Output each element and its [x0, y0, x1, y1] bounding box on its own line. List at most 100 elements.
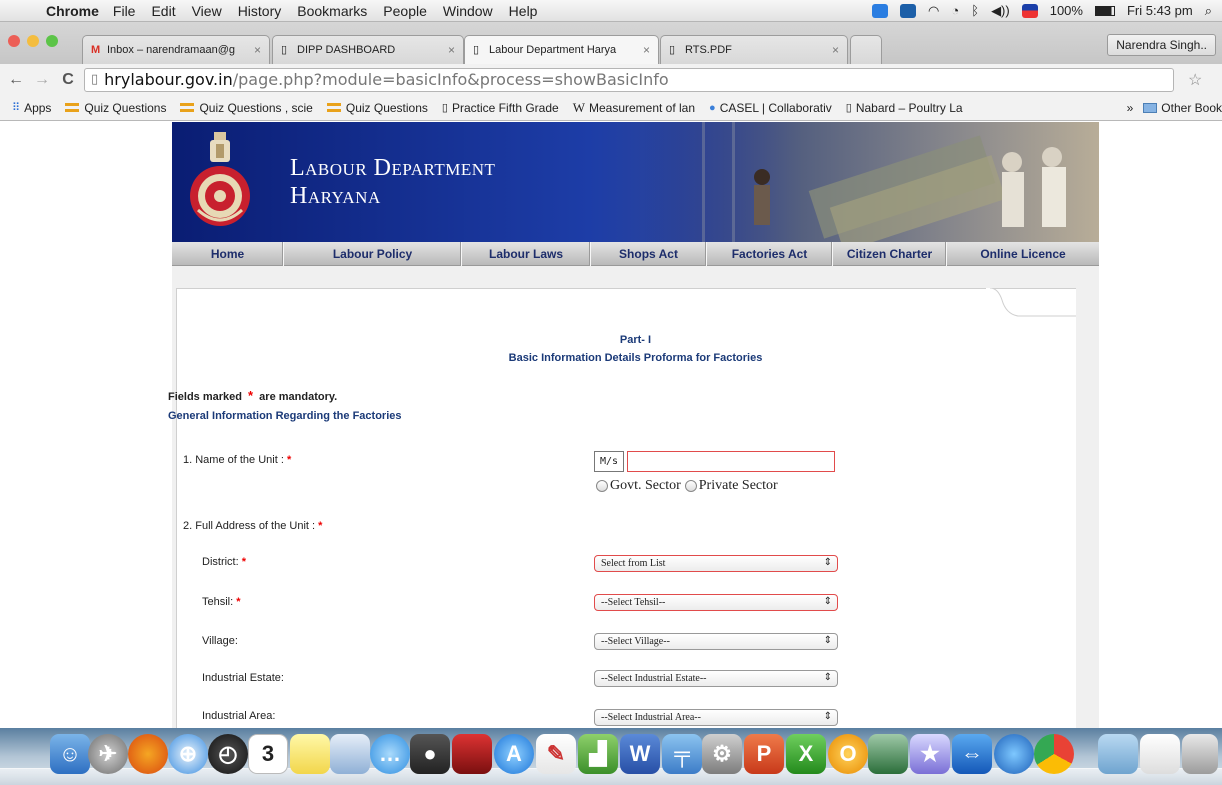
menu-file[interactable]: File	[113, 3, 136, 19]
bookmark-quiz-questions-3[interactable]: Quiz Questions	[326, 101, 428, 115]
nav-home[interactable]: Home	[172, 242, 284, 266]
flag-input-icon[interactable]	[1021, 3, 1038, 18]
nav-labour-laws[interactable]: Labour Laws	[462, 242, 591, 266]
tab-title: Inbox – narendramaan@g	[107, 44, 235, 56]
app-store-icon[interactable]: A	[494, 734, 534, 774]
google-earth-icon[interactable]	[994, 734, 1034, 774]
numbers-icon[interactable]: ▟	[578, 734, 618, 774]
private-sector-radio[interactable]	[684, 480, 697, 492]
powerpoint-icon[interactable]: P	[744, 734, 784, 774]
minimize-window-icon[interactable]	[27, 35, 39, 47]
dropbox-tray-icon[interactable]	[900, 3, 917, 18]
page-icon: ▯	[281, 44, 288, 56]
village-select[interactable]: --Select Village-- ⇕	[594, 633, 838, 650]
bookmark-measurement[interactable]: W Measurement of lan	[573, 100, 695, 116]
menu-window[interactable]: Window	[443, 3, 493, 19]
firefox-icon[interactable]	[128, 734, 168, 774]
facetime-icon[interactable]: ●	[410, 734, 450, 774]
stickies-icon[interactable]	[290, 734, 330, 774]
volume-icon[interactable]: ◀))	[991, 3, 1010, 19]
launchpad-icon[interactable]: ✈	[88, 734, 128, 774]
skype-tray-icon[interactable]	[872, 3, 889, 18]
close-tab-icon[interactable]: ×	[248, 43, 261, 57]
tab-inbox[interactable]: M Inbox – narendramaan@g ×	[82, 35, 270, 64]
word-icon[interactable]: W	[620, 734, 660, 774]
menu-help[interactable]: Help	[509, 3, 538, 19]
preview-icon[interactable]	[330, 734, 370, 774]
trash-icon[interactable]	[1182, 734, 1218, 774]
tab-rts-pdf[interactable]: ▯ RTS.PDF ×	[660, 35, 848, 64]
menu-history[interactable]: History	[238, 3, 282, 19]
wifi-icon[interactable]: ◠	[928, 3, 939, 19]
forward-icon[interactable]: →	[32, 71, 52, 89]
district-select[interactable]: Select from List ⇕	[594, 555, 838, 572]
menu-edit[interactable]: Edit	[151, 3, 175, 19]
reload-icon[interactable]: C	[58, 71, 78, 89]
menu-view[interactable]: View	[192, 3, 222, 19]
close-window-icon[interactable]	[8, 35, 20, 47]
section-title: General Information Regarding the Factor…	[168, 410, 402, 422]
site-title: Labour Department Haryana	[290, 154, 495, 210]
excel-icon[interactable]: X	[786, 734, 826, 774]
site-title-line2: Haryana	[290, 183, 381, 209]
clock[interactable]: Fri 5:43 pm	[1127, 3, 1193, 18]
spotlight-search-icon[interactable]: ⌕	[1205, 3, 1212, 19]
nav-labour-policy[interactable]: Labour Policy	[284, 242, 462, 266]
finder-icon[interactable]: ☺	[50, 734, 90, 774]
imovie-star-icon[interactable]: ★	[910, 734, 950, 774]
unit-name-input[interactable]	[627, 451, 835, 472]
bluetooth-icon[interactable]: ᛒ	[971, 3, 979, 18]
back-icon[interactable]: ←	[6, 71, 26, 89]
bookmark-star-icon[interactable]: ☆	[1188, 70, 1202, 90]
bookmark-casel[interactable]: ● CASEL | Collaborativ	[709, 101, 832, 115]
time-machine-icon[interactable]: ◔	[951, 3, 959, 18]
image-capture-icon[interactable]	[868, 734, 908, 774]
close-tab-icon[interactable]: ×	[442, 43, 455, 57]
teamviewer-icon[interactable]: ⇔	[952, 734, 992, 774]
nav-online-licence[interactable]: Online Licence	[947, 242, 1099, 266]
site-banner: Labour Department Haryana	[172, 122, 1099, 242]
photo-booth-icon[interactable]	[452, 734, 492, 774]
safari-icon[interactable]: ⊕	[168, 734, 208, 774]
field-label: Tehsil:	[202, 596, 234, 608]
tehsil-select[interactable]: --Select Tehsil-- ⇕	[594, 594, 838, 611]
app-menu-chrome[interactable]: Chrome	[46, 3, 99, 19]
menu-people[interactable]: People	[383, 3, 427, 19]
tab-dipp-dashboard[interactable]: ▯ DIPP DASHBOARD ×	[272, 35, 464, 64]
calendar-icon[interactable]: 3	[248, 734, 288, 774]
address-bar[interactable]: ▯ hrylabour.gov.in/page.php?module=basic…	[84, 67, 1174, 92]
battery-icon[interactable]	[1094, 5, 1115, 16]
bookmark-quiz-questions-1[interactable]: Quiz Questions	[65, 101, 166, 115]
tab-labour-department[interactable]: ▯ Labour Department Harya ×	[464, 35, 659, 64]
industrial-estate-select[interactable]: --Select Industrial Estate-- ⇕	[594, 670, 838, 687]
bookmark-nabard[interactable]: ▯ Nabard – Poultry La	[846, 101, 963, 115]
bookmark-quiz-questions-2[interactable]: Quiz Questions , scie	[180, 101, 313, 115]
menu-bookmarks[interactable]: Bookmarks	[297, 3, 367, 19]
textedit-icon[interactable]: ✎	[536, 734, 576, 774]
battery-percent[interactable]: 100%	[1050, 3, 1083, 18]
new-tab-button[interactable]	[850, 35, 882, 64]
nav-shops-act[interactable]: Shops Act	[591, 242, 707, 266]
chrome-icon[interactable]	[1034, 734, 1074, 774]
bookmark-practice-fifth-grade[interactable]: ▯ Practice Fifth Grade	[442, 101, 559, 115]
profile-button[interactable]: Narendra Singh..	[1107, 34, 1216, 56]
nav-citizen-charter[interactable]: Citizen Charter	[833, 242, 947, 266]
site-title-line1: Labour Department	[290, 155, 496, 181]
folder-icon	[1143, 103, 1158, 113]
close-tab-icon[interactable]: ×	[637, 43, 650, 57]
govt-sector-radio[interactable]	[596, 480, 608, 492]
chevron-more-icon[interactable]: »	[1127, 101, 1134, 115]
bookmark-apps[interactable]: ⠿ Apps	[12, 101, 51, 115]
opera-icon[interactable]: O	[828, 734, 868, 774]
zoom-window-icon[interactable]	[46, 35, 58, 47]
nav-factories-act[interactable]: Factories Act	[707, 242, 833, 266]
dashboard-icon[interactable]: ◴	[208, 734, 248, 774]
documents-icon[interactable]	[1140, 734, 1180, 774]
downloads-folder-icon[interactable]	[1098, 734, 1138, 774]
industrial-area-select[interactable]: --Select Industrial Area-- ⇕	[594, 709, 838, 726]
keynote-icon[interactable]: ╤	[662, 734, 702, 774]
system-preferences-icon[interactable]: ⚙	[702, 734, 742, 774]
bookmark-other[interactable]: » Other Book	[1118, 95, 1222, 120]
messages-icon[interactable]: …	[370, 734, 410, 774]
close-tab-icon[interactable]: ×	[826, 43, 839, 57]
